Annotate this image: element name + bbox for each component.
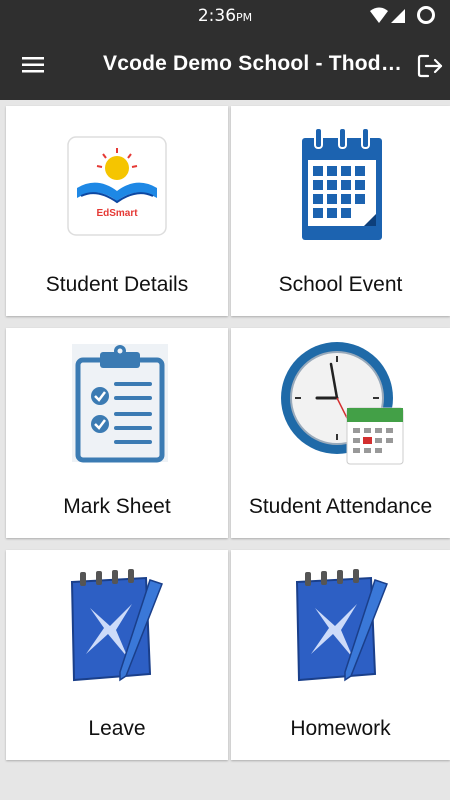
status-bar: 2:36PM: [0, 0, 450, 30]
calendar-icon: [299, 126, 385, 247]
tile-label: Leave: [88, 717, 146, 740]
clock-calendar-icon: [279, 340, 409, 475]
notepad-pen-icon: [289, 568, 399, 693]
tile-label: Student Attendance: [248, 495, 433, 518]
tile-label: Homework: [290, 717, 391, 740]
tile-leave[interactable]: Leave: [6, 550, 228, 760]
tile-label: Student Details: [45, 273, 189, 296]
app-title: Vcode Demo School - Thodupuzha: [103, 52, 403, 75]
logout-icon[interactable]: [414, 50, 446, 82]
edsmart-logo-icon: EdSmart: [67, 136, 167, 241]
notepad-pen-icon: [64, 568, 174, 693]
tile-student-details[interactable]: EdSmart Student Details: [6, 106, 228, 316]
tile-homework[interactable]: Homework: [231, 550, 450, 760]
tile-label: Mark Sheet: [63, 495, 171, 518]
tile-label: School Event: [278, 273, 403, 296]
tile-mark-sheet[interactable]: Mark Sheet: [6, 328, 228, 538]
signal-icon: [391, 9, 405, 23]
status-icons: [368, 5, 438, 25]
svg-text:EdSmart: EdSmart: [96, 208, 138, 219]
tile-student-attendance[interactable]: Student Attendance: [231, 328, 450, 538]
app-bar: Vcode Demo School - Thodupuzha: [0, 30, 450, 100]
clipboard-checklist-icon: [70, 342, 170, 469]
wifi-icon: [370, 7, 388, 23]
tile-school-event[interactable]: School Event: [231, 106, 450, 316]
battery-icon: [417, 6, 435, 24]
hamburger-menu-icon[interactable]: [18, 52, 48, 78]
